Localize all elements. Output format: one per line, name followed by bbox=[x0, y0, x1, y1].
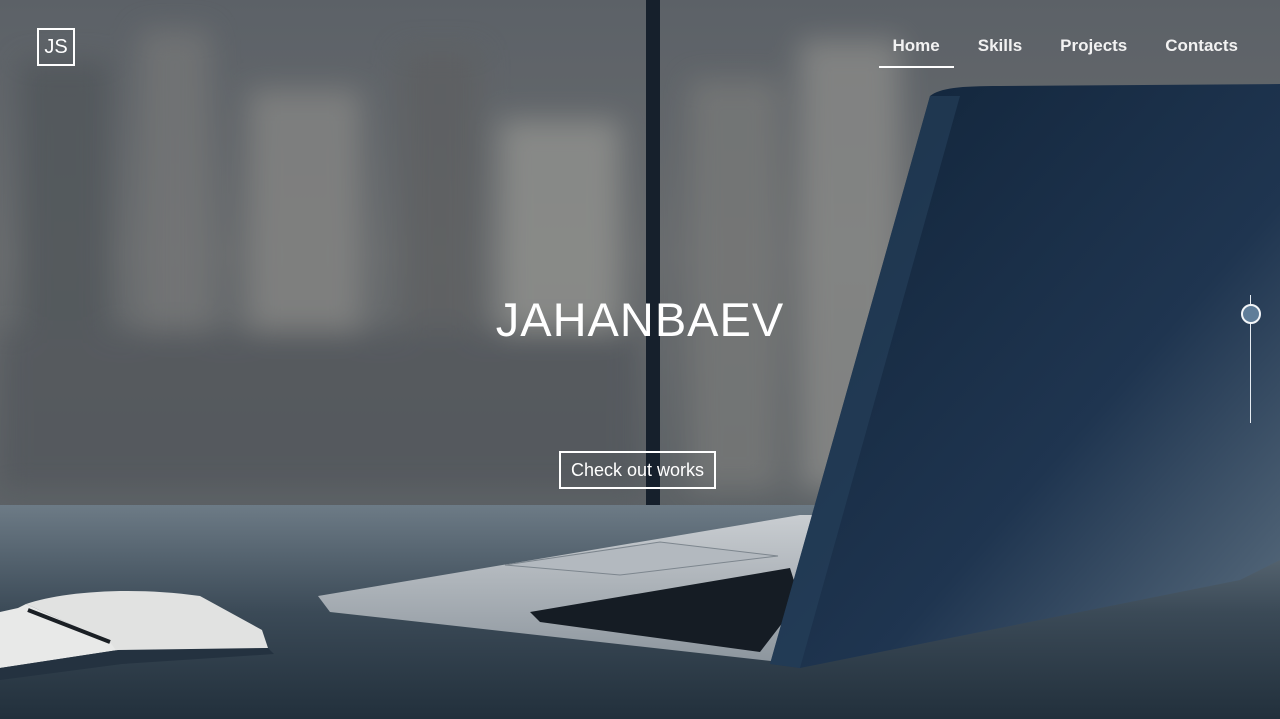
hero-title: JAHANBAEV bbox=[495, 293, 785, 346]
hero-section: JS Home Skills Projects Contacts JAHANBA… bbox=[0, 0, 1280, 719]
nav-item-home[interactable]: Home bbox=[878, 32, 954, 68]
nav-item-contacts[interactable]: Contacts bbox=[1151, 32, 1252, 68]
nav-item-skills[interactable]: Skills bbox=[964, 32, 1036, 68]
section-scroll-indicator[interactable] bbox=[1241, 304, 1261, 324]
logo[interactable]: JS bbox=[37, 28, 75, 66]
hero-background-image bbox=[0, 0, 1280, 719]
nav-item-projects[interactable]: Projects bbox=[1046, 32, 1141, 68]
check-out-works-button[interactable]: Check out works bbox=[559, 451, 716, 489]
main-nav: Home Skills Projects Contacts bbox=[869, 32, 1252, 68]
